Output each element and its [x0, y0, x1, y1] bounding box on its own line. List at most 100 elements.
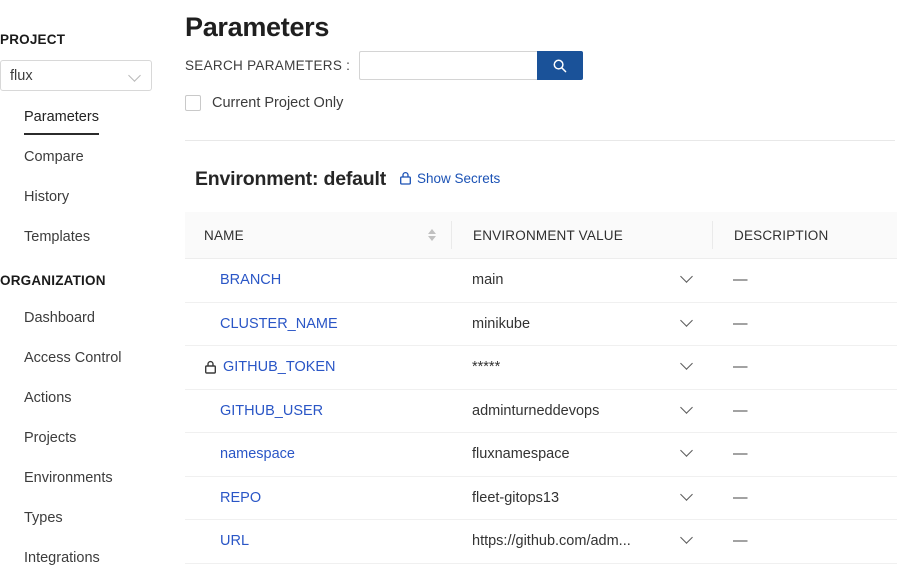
sidebar-item-label: Templates	[24, 229, 91, 245]
sidebar-nav-project: Parameters Compare History Templates	[24, 104, 174, 264]
cell-environment-value: adminturneddevops	[451, 402, 712, 420]
sidebar-item-integrations[interactable]: Integrations	[24, 545, 174, 565]
sidebar-item-actions[interactable]: Actions	[24, 385, 174, 425]
cell-environment-value: fluxnamespace	[451, 445, 712, 463]
sort-arrows-icon[interactable]	[428, 229, 436, 241]
chevron-down-icon	[681, 271, 694, 284]
cell-name: URL	[185, 533, 451, 549]
environment-header: Environment: default Show Secrets	[195, 168, 500, 191]
parameter-name-link[interactable]: namespace	[220, 446, 295, 462]
chevron-down-icon	[681, 445, 694, 458]
row-expand-button[interactable]	[681, 315, 694, 333]
sidebar-item-templates[interactable]: Templates	[24, 224, 174, 264]
project-select-value: flux	[10, 67, 33, 84]
name-wrapper: BRANCH	[220, 272, 281, 288]
parameter-value: main	[472, 272, 504, 289]
show-secrets-label: Show Secrets	[417, 170, 501, 186]
table-header-row: NAME ENVIRONMENT VALUE DESCRIPTION	[185, 212, 897, 259]
parameter-name-link[interactable]: GITHUB_TOKEN	[223, 359, 336, 375]
cell-environment-value: fleet-gitops13	[451, 489, 712, 507]
search-button[interactable]	[537, 51, 584, 80]
table-row[interactable]: CLUSTER_NAME minikube —	[185, 303, 897, 346]
checkbox-box[interactable]	[185, 95, 201, 111]
sidebar-item-label: Projects	[24, 430, 77, 446]
current-project-only-label: Current Project Only	[212, 95, 344, 111]
sidebar-item-types[interactable]: Types	[24, 505, 174, 545]
sidebar-item-dashboard[interactable]: Dashboard	[24, 305, 174, 345]
sidebar-item-parameters[interactable]: Parameters	[24, 104, 174, 144]
sidebar-item-label: History	[24, 189, 70, 205]
column-header-label: DESCRIPTION	[734, 227, 829, 243]
table-row[interactable]: GITHUB_TOKEN ***** —	[185, 346, 897, 390]
table-row[interactable]: REPO fleet-gitops13 —	[185, 477, 897, 520]
row-expand-button[interactable]	[681, 489, 694, 507]
sidebar-item-label: Integrations	[24, 550, 100, 565]
search-input[interactable]	[359, 51, 538, 80]
parameter-name-link[interactable]: GITHUB_USER	[220, 403, 323, 419]
search-icon	[553, 59, 567, 72]
parameter-name-link[interactable]: URL	[220, 533, 249, 549]
cell-description: —	[733, 402, 748, 419]
table-row[interactable]: BRANCH main —	[185, 259, 897, 303]
parameters-table: NAME ENVIRONMENT VALUE DESCRIPTION BRANC…	[185, 212, 897, 564]
parameter-value: https://github.com/adm...	[472, 533, 631, 550]
column-header-label: ENVIRONMENT VALUE	[473, 227, 623, 243]
parameter-value: minikube	[472, 315, 531, 332]
name-wrapper: URL	[220, 533, 249, 549]
column-header-name[interactable]: NAME	[185, 228, 451, 243]
sidebar-item-compare[interactable]: Compare	[24, 144, 174, 184]
name-wrapper: GITHUB_USER	[220, 403, 323, 419]
app-root: PROJECT flux Parameters Compare History …	[0, 0, 897, 565]
lock-icon	[400, 171, 411, 185]
row-expand-button[interactable]	[681, 271, 694, 289]
row-expand-button[interactable]	[681, 532, 694, 550]
chevron-down-icon	[681, 489, 694, 502]
sidebar-section-project-label: PROJECT	[0, 32, 66, 47]
table-row[interactable]: URL https://github.com/adm... —	[185, 520, 897, 564]
cell-description: —	[733, 533, 748, 550]
name-wrapper: GITHUB_TOKEN	[204, 359, 336, 375]
sidebar-item-label: Compare	[24, 149, 84, 165]
name-wrapper: namespace	[220, 446, 295, 462]
cell-environment-value: https://github.com/adm...	[451, 532, 712, 550]
sidebar-nav-organization: Dashboard Access Control Actions Project…	[24, 305, 174, 565]
cell-name: REPO	[185, 490, 451, 506]
sidebar-item-label: Actions	[24, 390, 72, 406]
cell-description: —	[733, 446, 748, 463]
row-expand-button[interactable]	[681, 445, 694, 463]
show-secrets-link[interactable]: Show Secrets	[399, 171, 500, 186]
parameter-name-link[interactable]: REPO	[220, 490, 261, 506]
sidebar-item-access-control[interactable]: Access Control	[24, 345, 174, 385]
sidebar-item-history[interactable]: History	[24, 184, 174, 224]
name-wrapper: CLUSTER_NAME	[220, 316, 338, 332]
sidebar-item-label: Access Control	[24, 350, 122, 366]
parameter-name-link[interactable]: CLUSTER_NAME	[220, 316, 338, 332]
cell-environment-value: minikube	[451, 315, 712, 333]
column-header-label: NAME	[204, 227, 244, 243]
cell-name: GITHUB_TOKEN	[185, 359, 451, 375]
row-expand-button[interactable]	[681, 358, 694, 376]
cell-name: CLUSTER_NAME	[185, 316, 451, 332]
search-label: SEARCH PARAMETERS :	[185, 58, 351, 73]
sidebar-item-label: Types	[24, 510, 63, 526]
cell-name: namespace	[185, 446, 451, 462]
parameter-value: *****	[472, 359, 501, 376]
cell-description: —	[733, 272, 748, 289]
current-project-only-checkbox[interactable]: Current Project Only	[185, 95, 343, 111]
parameter-value: fleet-gitops13	[472, 489, 560, 506]
cell-description: —	[733, 315, 748, 332]
row-expand-button[interactable]	[681, 402, 694, 420]
project-select[interactable]: flux	[0, 60, 152, 91]
sidebar-item-label: Dashboard	[24, 310, 95, 326]
table-row[interactable]: GITHUB_USER adminturneddevops —	[185, 390, 897, 433]
parameter-name-link[interactable]: BRANCH	[220, 272, 281, 288]
cell-description: —	[733, 489, 748, 506]
sidebar: PROJECT flux Parameters Compare History …	[0, 0, 181, 565]
sidebar-item-projects[interactable]: Projects	[24, 425, 174, 465]
sidebar-item-environments[interactable]: Environments	[24, 465, 174, 505]
parameter-value: fluxnamespace	[472, 446, 570, 463]
chevron-down-icon	[681, 402, 694, 415]
parameter-value: adminturneddevops	[472, 402, 600, 419]
column-header-environment-value: ENVIRONMENT VALUE	[452, 228, 712, 243]
table-row[interactable]: namespace fluxnamespace —	[185, 433, 897, 477]
